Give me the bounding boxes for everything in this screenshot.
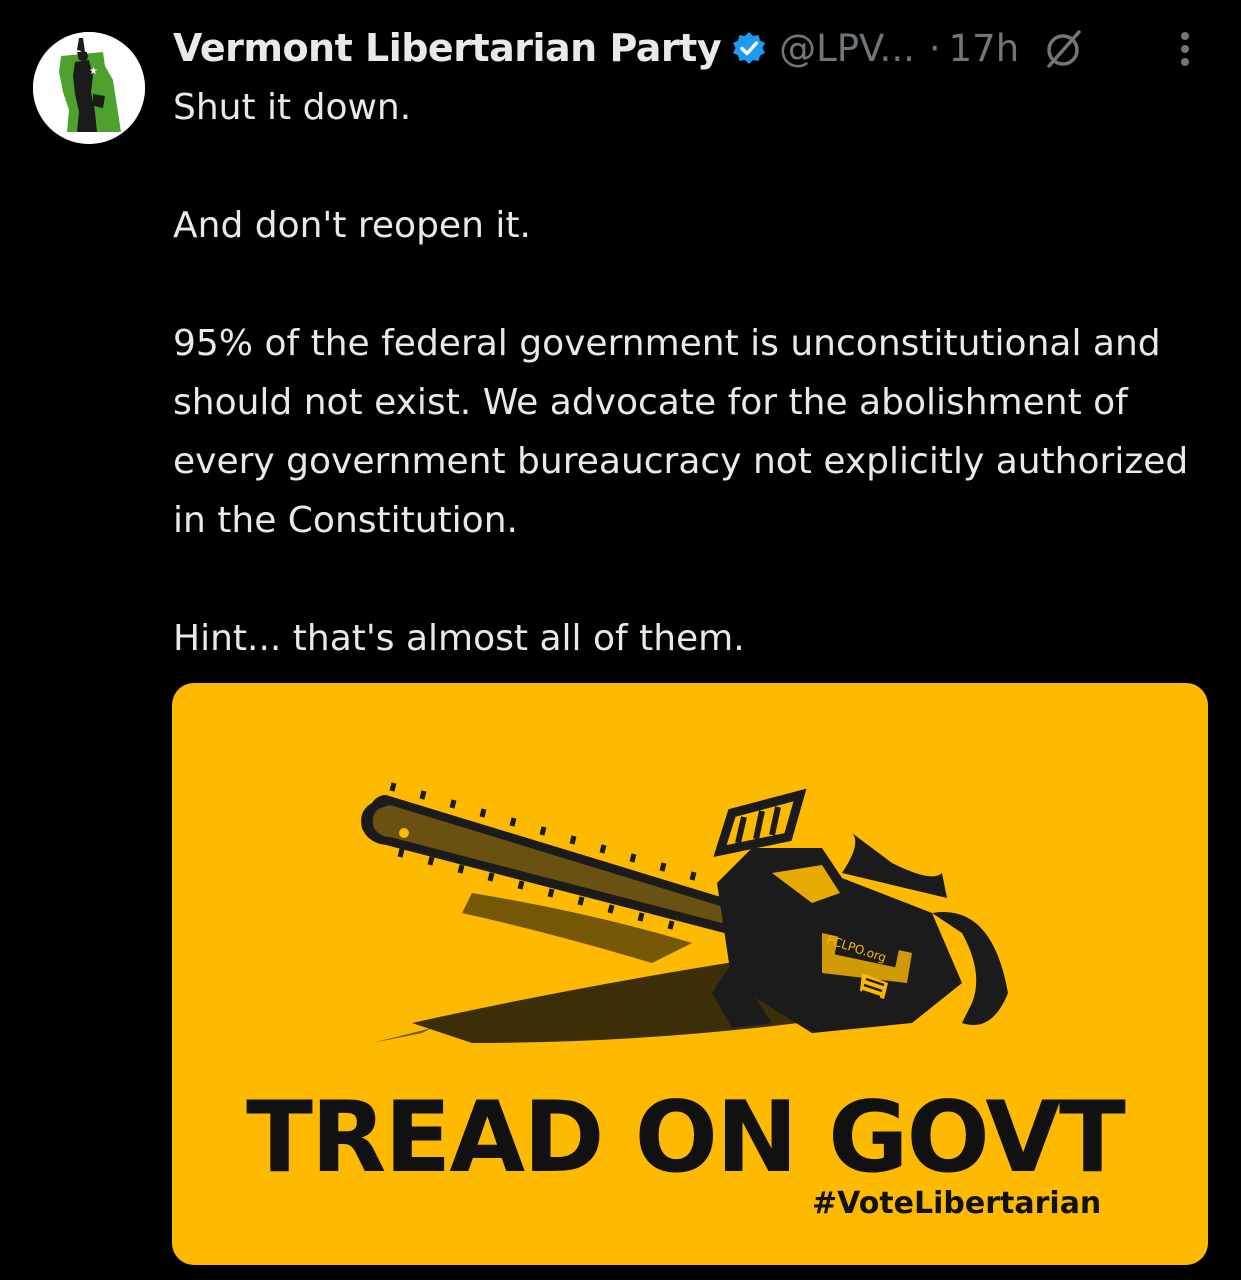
tweet-line: Hint... that's almost all of them. <box>173 618 745 659</box>
tweet-line: And don't reopen it. <box>173 205 531 246</box>
svg-text:★: ★ <box>89 66 98 77</box>
avatar[interactable]: ★ <box>33 32 145 144</box>
separator-dot: · <box>928 26 941 70</box>
tweet-media-image[interactable]: FCLPO.org TREAD ON GOVT #VoteLibertarian <box>172 683 1208 1265</box>
media-title: TREAD ON GOVT <box>246 1081 1126 1195</box>
tweet-line: 95% of the federal government is unconst… <box>173 323 1189 541</box>
media-hashtag: #VoteLibertarian <box>812 1186 1102 1221</box>
verified-badge-icon <box>731 30 767 66</box>
tweet-line: Shut it down. <box>173 87 412 128</box>
author-handle[interactable]: @LPV... <box>779 27 915 70</box>
more-options-icon[interactable] <box>1170 26 1200 72</box>
author-display-name[interactable]: Vermont Libertarian Party <box>173 26 722 70</box>
null-slash-icon[interactable] <box>1041 26 1085 70</box>
statue-of-liberty-vermont-icon: ★ <box>33 32 145 144</box>
tweet-body: Shut it down. And don't reopen it. 95% o… <box>173 78 1213 668</box>
timestamp[interactable]: 17h <box>949 27 1020 70</box>
tweet-header: Vermont Libertarian Party @LPV... · 17h <box>173 20 1213 76</box>
